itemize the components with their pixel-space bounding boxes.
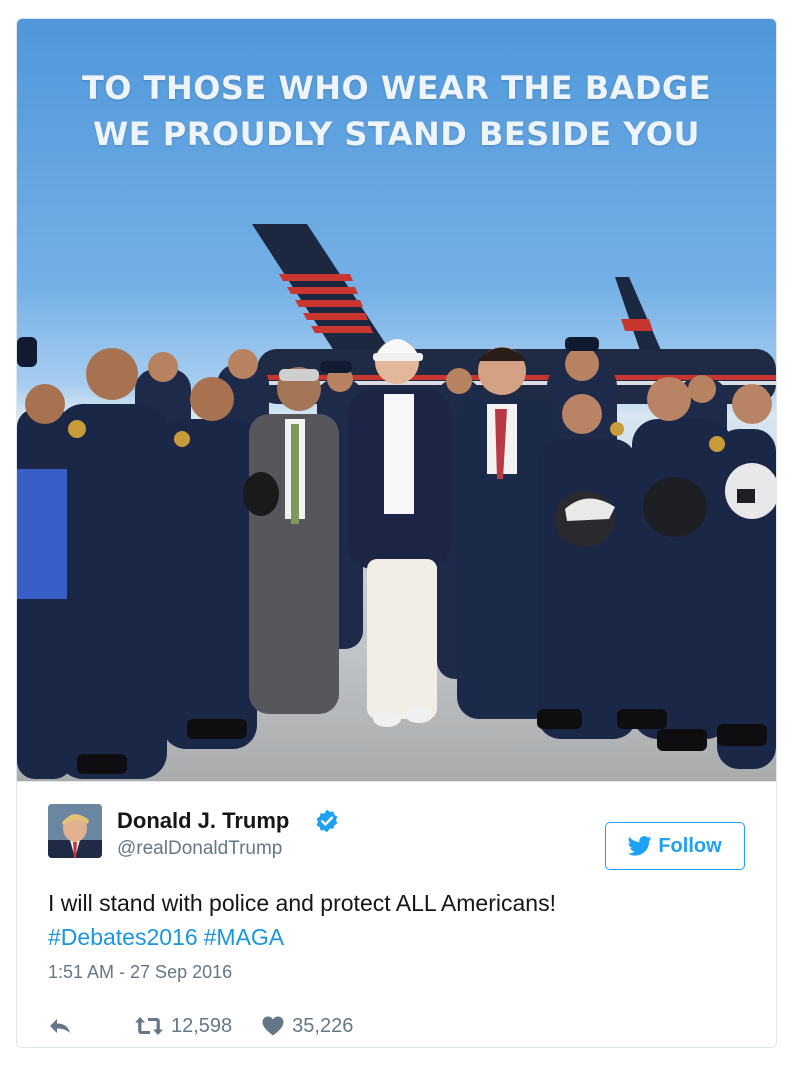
plane-tail-left [252,224,389,371]
hashtag-maga[interactable]: #MAGA [204,924,285,950]
crowd [17,337,776,779]
timestamp[interactable]: 1:51 AM - 27 Sep 2016 [48,962,232,983]
retweet-button[interactable]: 12,598 [135,1015,232,1038]
hashtag-debates2016[interactable]: #Debates2016 [48,924,198,950]
tweet-text: I will stand with police and protect ALL… [48,890,556,916]
author-name[interactable]: Donald J. Trump [117,808,289,834]
twitter-bird-icon [628,836,652,856]
retweet-count: 12,598 [171,1014,233,1037]
like-count: 35,226 [292,1014,354,1037]
tweet-body: Donald J. Trump @realDonaldTrump Follow … [17,781,776,1047]
headline-line-1: TO THOSE WHO WEAR THE BADGE [81,69,712,107]
follow-label: Follow [658,834,722,857]
follow-button[interactable]: Follow [605,822,745,870]
reply-button[interactable] [48,1016,88,1036]
reply-icon [50,1019,70,1033]
headline-line-2: WE PROUDLY STAND BESIDE YOU [93,115,700,153]
verified-badge-icon [316,809,338,833]
hashtags: #Debates2016 #MAGA [48,920,290,954]
tweet-card: TO THOSE WHO WEAR THE BADGE WE PROUDLY S… [16,18,777,1048]
like-button[interactable]: 35,226 [262,1015,353,1038]
tweet-photo[interactable]: TO THOSE WHO WEAR THE BADGE WE PROUDLY S… [17,19,776,781]
avatar[interactable] [48,804,102,858]
heart-icon [262,1016,284,1036]
avatar-image [48,804,102,858]
retweet-icon [135,1017,163,1035]
author-handle[interactable]: @realDonaldTrump [117,838,282,860]
photo-headline: TO THOSE WHO WEAR THE BADGE WE PROUDLY S… [17,65,776,157]
tweet-actions: 12,598 35,226 [48,1010,353,1042]
